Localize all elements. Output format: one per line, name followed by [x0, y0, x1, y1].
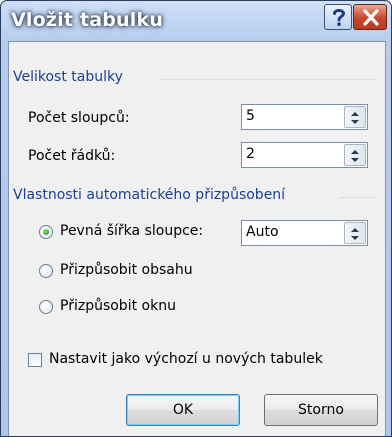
close-icon: [363, 9, 379, 26]
set-default-label[interactable]: Nastavit jako výchozí u nových tabulek: [49, 351, 323, 367]
fit-window-radio[interactable]: [39, 300, 53, 314]
fixed-width-value[interactable]: Auto: [246, 224, 279, 240]
insert-table-dialog: Vložit tabulku Velikost tabulky Počet sl…: [0, 0, 392, 437]
fixed-width-spinner[interactable]: Auto: [241, 220, 368, 246]
dialog-title: Vložit tabulku: [11, 9, 164, 31]
fit-window-label[interactable]: Přizpůsobit oknu: [60, 298, 176, 314]
fixed-width-label[interactable]: Pevná šířka sloupce:: [60, 223, 203, 239]
spin-arrows-icon: [351, 228, 359, 240]
rows-value[interactable]: 2: [246, 146, 255, 162]
help-button[interactable]: [324, 4, 352, 30]
fit-contents-radio[interactable]: [39, 264, 53, 278]
columns-value[interactable]: 5: [246, 108, 255, 124]
spin-arrows-icon: [351, 150, 359, 162]
columns-spin-buttons[interactable]: [344, 106, 366, 128]
group-divider: [161, 79, 377, 80]
dialog-body: Velikost tabulky Počet sloupců: 5 Počet …: [8, 41, 386, 436]
question-mark-icon: [333, 9, 346, 26]
fixed-width-radio[interactable]: [39, 225, 53, 239]
fixed-width-spin-buttons[interactable]: [344, 222, 366, 244]
table-size-group-label: Velikost tabulky: [13, 69, 123, 85]
cancel-button[interactable]: Storno: [264, 394, 378, 426]
rows-label: Počet řádků:: [28, 148, 116, 164]
close-button[interactable]: [353, 4, 387, 30]
rows-spin-buttons[interactable]: [344, 144, 366, 166]
columns-label: Počet sloupců:: [28, 110, 130, 126]
radio-selected-dot: [43, 229, 49, 235]
title-bar[interactable]: Vložit tabulku: [1, 1, 391, 41]
rows-spinner[interactable]: 2: [241, 142, 368, 168]
ok-button[interactable]: OK: [126, 394, 240, 426]
autofit-group-label: Vlastnosti automatického přizpůsobení: [13, 187, 286, 203]
spin-arrows-icon: [351, 112, 359, 124]
fit-contents-label[interactable]: Přizpůsobit obsahu: [60, 262, 193, 278]
set-default-checkbox[interactable]: [28, 353, 42, 367]
columns-spinner[interactable]: 5: [241, 104, 368, 130]
group-divider: [339, 197, 377, 198]
